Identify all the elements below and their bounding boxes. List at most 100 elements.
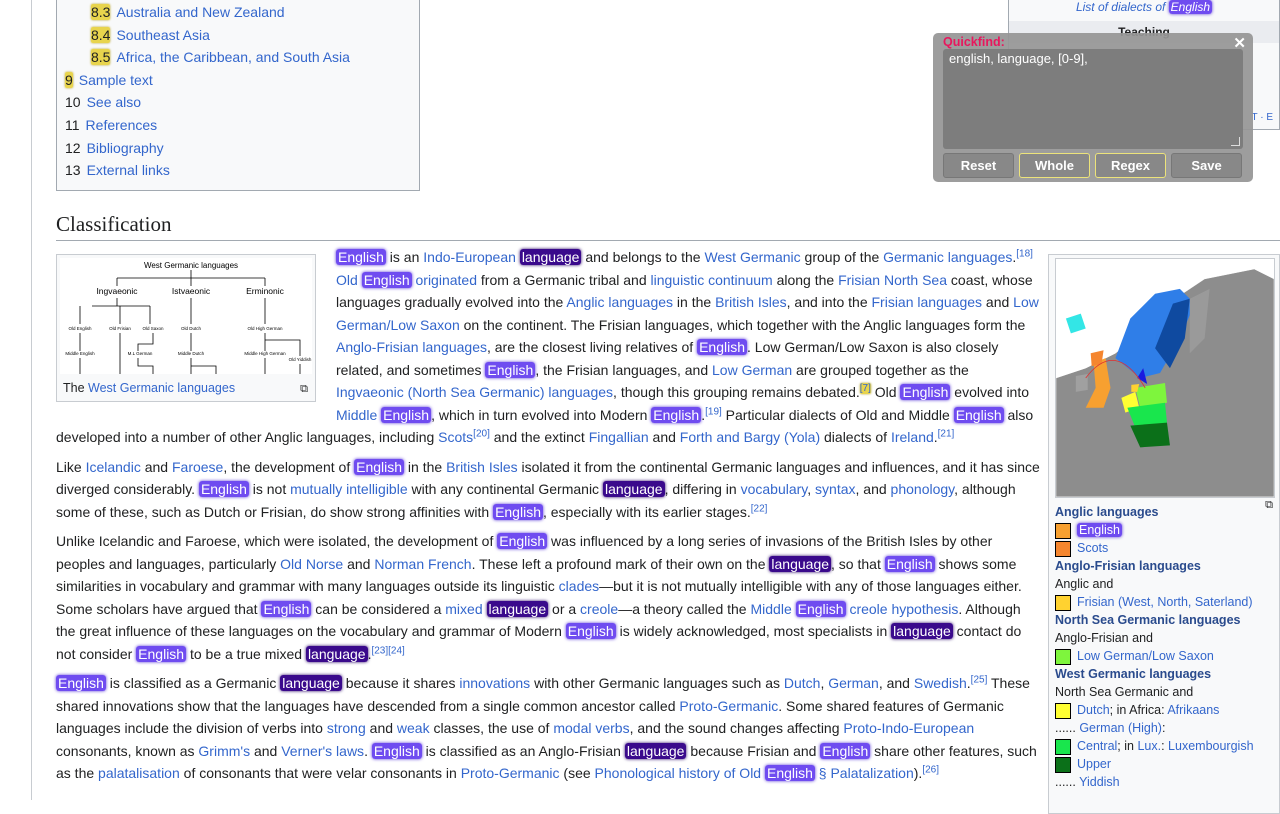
- link[interactable]: innovations: [459, 675, 530, 691]
- reference[interactable]: [22]: [751, 503, 768, 514]
- link[interactable]: Norman French: [374, 556, 471, 572]
- highlight-language[interactable]: language: [602, 481, 665, 497]
- toc-link[interactable]: Africa, the Caribbean, and South Asia: [116, 49, 349, 65]
- reference[interactable]: [23][24]: [371, 645, 404, 656]
- link[interactable]: Old: [336, 272, 358, 288]
- highlight-english[interactable]: English: [485, 361, 536, 378]
- reference[interactable]: [19]: [705, 406, 722, 417]
- highlight-english[interactable]: English: [336, 249, 386, 265]
- link[interactable]: clades: [559, 578, 599, 594]
- highlight-english[interactable]: English: [381, 406, 432, 423]
- highlight-language[interactable]: language: [486, 600, 549, 617]
- link[interactable]: Frisian languages: [872, 294, 983, 310]
- link[interactable]: Swedish: [914, 675, 967, 691]
- toc-link[interactable]: Bibliography: [87, 140, 164, 156]
- caption-link[interactable]: West Germanic languages: [88, 381, 235, 395]
- link[interactable]: Proto-Indo-European: [843, 720, 974, 736]
- legend-heading[interactable]: West Germanic languages: [1055, 665, 1273, 683]
- link[interactable]: linguistic continuum: [651, 272, 773, 288]
- highlight-language[interactable]: language: [305, 645, 368, 662]
- toc-item[interactable]: 12 Bibliography: [65, 137, 411, 160]
- highlight-english[interactable]: English: [953, 406, 1004, 423]
- link[interactable]: German: [828, 675, 879, 691]
- link[interactable]: Scots: [438, 429, 473, 445]
- link[interactable]: palatalisation: [98, 765, 180, 781]
- legend-link[interactable]: Central: [1077, 739, 1117, 753]
- legend-link[interactable]: Scots: [1077, 541, 1108, 555]
- highlight-english[interactable]: English: [198, 481, 249, 497]
- highlight-english[interactable]: English: [820, 742, 871, 759]
- reset-button[interactable]: Reset: [943, 153, 1014, 178]
- highlight-english[interactable]: English: [361, 271, 412, 288]
- highlight-english[interactable]: English: [651, 406, 702, 423]
- highlight-english[interactable]: English: [795, 600, 846, 617]
- toc-item[interactable]: 8.3 Australia and New Zealand: [65, 1, 411, 24]
- highlight-english[interactable]: English: [354, 458, 405, 475]
- link[interactable]: British Isles: [715, 294, 787, 310]
- link[interactable]: Verner's laws: [281, 743, 364, 759]
- link[interactable]: creole hypothesis: [849, 601, 958, 617]
- link[interactable]: Middle: [336, 407, 377, 423]
- toc-link[interactable]: Australia and New Zealand: [116, 4, 284, 20]
- toc-item[interactable]: 9 Sample text: [65, 69, 411, 92]
- link[interactable]: Grimm's: [198, 743, 250, 759]
- link[interactable]: mutually intelligible: [290, 481, 408, 497]
- legend-link[interactable]: Yiddish: [1079, 775, 1120, 789]
- toc-link[interactable]: External links: [87, 162, 170, 178]
- link[interactable]: Anglo-Frisian languages: [336, 339, 487, 355]
- highlight-language[interactable]: language: [280, 675, 342, 691]
- reference[interactable]: [20]: [473, 428, 490, 439]
- toc-link[interactable]: References: [86, 117, 158, 133]
- highlight-english[interactable]: English: [136, 645, 187, 662]
- link[interactable]: Old Norse: [280, 556, 343, 572]
- link[interactable]: § Palatalization: [815, 765, 914, 781]
- legend-link[interactable]: German (High): [1079, 721, 1162, 735]
- legend-link[interactable]: Low German/Low Saxon: [1077, 649, 1214, 663]
- highlight-english[interactable]: English: [371, 742, 422, 759]
- highlight-language[interactable]: language: [769, 555, 832, 572]
- reference[interactable]: [21]: [938, 428, 955, 439]
- reference[interactable]: [26]: [922, 764, 939, 775]
- link[interactable]: Frisian North Sea: [838, 272, 947, 288]
- toc-link[interactable]: See also: [87, 94, 141, 110]
- legend-link[interactable]: English: [1077, 523, 1122, 537]
- link[interactable]: Icelandic: [86, 459, 141, 475]
- link[interactable]: Ireland: [891, 429, 934, 445]
- highlight-english[interactable]: English: [261, 600, 312, 617]
- dialects-link[interactable]: List of dialects of English: [1009, 0, 1279, 21]
- highlight-english[interactable]: English: [697, 339, 748, 355]
- toc-item[interactable]: 8.5 Africa, the Caribbean, and South Asia: [65, 46, 411, 69]
- highlight-language[interactable]: language: [624, 742, 687, 759]
- toc-item[interactable]: 13 External links: [65, 159, 411, 182]
- west-germanic-map[interactable]: [1055, 258, 1275, 498]
- toc-item[interactable]: 11 References: [65, 114, 411, 137]
- highlight-english[interactable]: English: [497, 533, 548, 549]
- highlight-english[interactable]: English: [900, 384, 951, 400]
- link[interactable]: Proto-Germanic: [461, 765, 560, 781]
- reference[interactable]: [18]: [1016, 248, 1033, 259]
- legend-heading[interactable]: Anglic languages: [1055, 503, 1273, 521]
- regex-button[interactable]: Regex: [1095, 153, 1166, 178]
- link[interactable]: Indo-European: [423, 249, 516, 265]
- link[interactable]: creole: [580, 601, 618, 617]
- link[interactable]: Fingallian: [589, 429, 649, 445]
- link[interactable]: vocabulary: [741, 481, 808, 497]
- enlarge-icon[interactable]: ⧉: [300, 378, 308, 401]
- highlight-english[interactable]: English: [764, 765, 815, 781]
- legend-link[interactable]: Lux.: [1137, 739, 1161, 753]
- west-germanic-tree-diagram[interactable]: West Germanic languages Ingvaeonic Istvaeo…: [60, 258, 312, 374]
- legend-link[interactable]: Afrikaans: [1167, 703, 1219, 717]
- reference-highlighted[interactable]: [7]: [859, 383, 871, 395]
- link[interactable]: strong: [327, 720, 366, 736]
- link[interactable]: Ingvaeonic (North Sea Germanic) language…: [336, 384, 613, 400]
- legend-link[interactable]: Dutch: [1077, 703, 1110, 717]
- legend-heading[interactable]: North Sea Germanic languages: [1055, 611, 1273, 629]
- link[interactable]: syntax: [815, 481, 855, 497]
- highlight-english[interactable]: English: [884, 555, 935, 572]
- link[interactable]: Germanic languages: [883, 249, 1012, 265]
- link[interactable]: phonology: [891, 481, 955, 497]
- highlight-english[interactable]: English: [56, 675, 106, 691]
- link[interactable]: weak: [397, 720, 430, 736]
- link[interactable]: British Isles: [446, 459, 518, 475]
- toc-link[interactable]: Sample text: [79, 72, 153, 88]
